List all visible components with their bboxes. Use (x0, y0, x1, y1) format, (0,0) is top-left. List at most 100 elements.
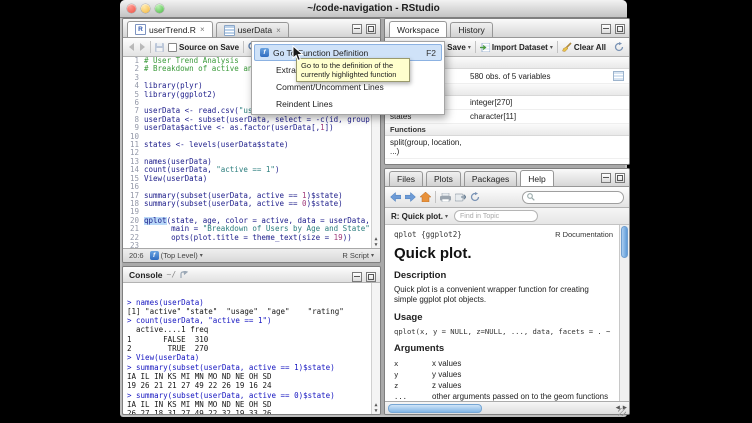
source-tab-usertrend-r[interactable]: RuserTrend.R× (127, 21, 213, 37)
r-file-icon: R (135, 24, 146, 35)
console-line: > summary(subset(userData, active == 1)$… (127, 363, 376, 372)
minimize-pane-button[interactable] (601, 24, 611, 34)
close-tab-icon[interactable]: × (276, 26, 281, 35)
console-lines: > names(userData)[1] "active" "state" "u… (127, 298, 376, 414)
source-tabbar: RuserTrend.R×userData× (123, 19, 380, 38)
source-tab-userdata[interactable]: userData× (216, 22, 289, 37)
scope-selector[interactable]: f (Top Level) ▾ (150, 251, 203, 260)
file-type-selector[interactable]: R Script ▾ (342, 251, 374, 260)
help-tabbar: FilesPlots Packages Help (385, 169, 629, 187)
workspace-tabs: Workspace History (389, 21, 496, 37)
help-pane-buttons (601, 173, 625, 183)
minimize-button[interactable] (141, 4, 150, 13)
topic-label: R: Quick plot. (391, 212, 443, 221)
scroll-down-icon[interactable]: ▼ (374, 242, 377, 248)
maximize-pane-button[interactable] (366, 24, 376, 34)
argument-description: other arguments passed on to the geom fu… (432, 391, 608, 401)
help-horizontal-scrollbar[interactable]: ◀ ▶ (385, 401, 629, 414)
maximize-pane-button[interactable] (615, 24, 625, 34)
help-forward-icon[interactable] (405, 192, 416, 202)
tab-history[interactable]: History (450, 22, 492, 37)
tab-help[interactable]: Help (520, 170, 553, 186)
topic-selector[interactable]: R: Quick plot. ▾ (391, 212, 448, 221)
console-pane-buttons (352, 272, 376, 282)
window-resize-grip[interactable] (618, 408, 626, 416)
code-line: 15View(userData) (123, 175, 380, 183)
console-line: > names(userData) (127, 298, 376, 307)
scope-label: (Top Level) (161, 251, 198, 260)
help-scrollbar[interactable] (619, 225, 629, 401)
console-output[interactable]: > names(userData)[1] "active" "state" "u… (123, 283, 380, 414)
titlebar: ~/code-navigation - RStudio (120, 0, 627, 18)
checkbox-icon (168, 43, 177, 52)
argument-name: y (394, 369, 432, 380)
minimize-pane-button[interactable] (352, 272, 362, 282)
console-line: 1 FALSE 310 (127, 335, 376, 344)
refresh-icon[interactable] (614, 42, 624, 52)
menu-item-reindent-lines[interactable]: Reindent Lines (254, 95, 442, 112)
code-line: 11states <- levels(userData$state) (123, 141, 380, 149)
function-scope-icon: f (150, 251, 159, 260)
usage-heading: Usage (394, 312, 613, 323)
mouse-cursor (292, 45, 304, 67)
zoom-button[interactable] (155, 4, 164, 13)
forward-icon[interactable] (139, 43, 146, 51)
help-refresh-icon[interactable] (470, 192, 480, 202)
scrollbar-thumb[interactable] (388, 404, 482, 413)
tab-plots[interactable]: Plots (426, 171, 461, 186)
workspace-pane-buttons (601, 24, 625, 34)
working-directory: ~/ (167, 270, 177, 279)
close-button[interactable] (127, 4, 136, 13)
argument-description: z values (432, 380, 461, 391)
tab-packages[interactable]: Packages (464, 171, 517, 186)
clear-all-button[interactable]: Clear All (562, 42, 606, 52)
toolbar-separator (475, 41, 476, 53)
cursor-position: 20:6 (129, 251, 144, 260)
source-on-save-checkbox[interactable]: Source on Save (168, 43, 239, 52)
tab-workspace[interactable]: Workspace (389, 21, 447, 37)
tab-label: Packages (472, 174, 509, 184)
maximize-pane-button[interactable] (615, 173, 625, 183)
dropdown-caret-icon: ▾ (468, 44, 471, 51)
help-home-icon[interactable] (420, 192, 431, 202)
workspace-row[interactable]: split(group, location, ...) (385, 136, 629, 159)
help-back-icon[interactable] (390, 192, 401, 202)
section-header: Functions (385, 124, 629, 136)
dropdown-caret-icon: ▾ (445, 213, 448, 220)
code-line: 22 opts(plot.title = theme_text(size = 1… (123, 234, 380, 242)
menu-item-label: Reindent Lines (276, 99, 333, 109)
console-title: Console (129, 270, 163, 280)
scrollbar-thumb[interactable] (621, 226, 628, 258)
goto-directory-icon[interactable] (180, 271, 189, 279)
save-label: Save (447, 43, 466, 52)
dropdown-caret-icon: ▾ (371, 252, 374, 259)
dropdown-caret-icon: ▾ (550, 44, 553, 51)
back-icon[interactable] (128, 43, 135, 51)
find-in-topic-input[interactable]: Find in Topic (454, 210, 538, 222)
scroll-down-icon[interactable]: ▼ (374, 408, 377, 414)
import-dataset-button[interactable]: Import Dataset ▾ (480, 43, 553, 52)
rstudio-window: ~/code-navigation - RStudio RuserTrend.R… (120, 0, 627, 417)
help-title: Quick plot. (394, 245, 613, 262)
open-in-new-window-icon[interactable] (455, 193, 466, 202)
source-on-save-label: Source on Save (179, 43, 239, 52)
tab-files[interactable]: Files (389, 171, 423, 186)
help-search-input[interactable] (522, 191, 624, 204)
console-scrollbar[interactable]: ▲ ▼ (371, 283, 380, 414)
maximize-pane-button[interactable] (366, 272, 376, 282)
view-data-icon[interactable] (613, 71, 624, 81)
line-number: 23 (123, 242, 144, 248)
minimize-pane-button[interactable] (601, 173, 611, 183)
close-tab-icon[interactable]: × (200, 25, 205, 34)
save-icon[interactable] (155, 43, 164, 52)
editor-statusbar: 20:6 f (Top Level) ▾ R Script ▾ (123, 248, 380, 262)
minimize-pane-button[interactable] (352, 24, 362, 34)
menu-item-tooltip: Go to to the definition of the currently… (296, 58, 410, 82)
object-value: character[11] (470, 112, 624, 121)
print-icon[interactable] (440, 193, 451, 202)
tab-label: Workspace (397, 25, 439, 35)
console-line: 26 27 18 31 27 49 22 32 19 33 26 (127, 409, 376, 414)
file-type-label: R Script (342, 251, 369, 260)
argument-row: yy values (394, 369, 613, 380)
menu-item-label: Comment/Uncomment Lines (276, 82, 384, 92)
